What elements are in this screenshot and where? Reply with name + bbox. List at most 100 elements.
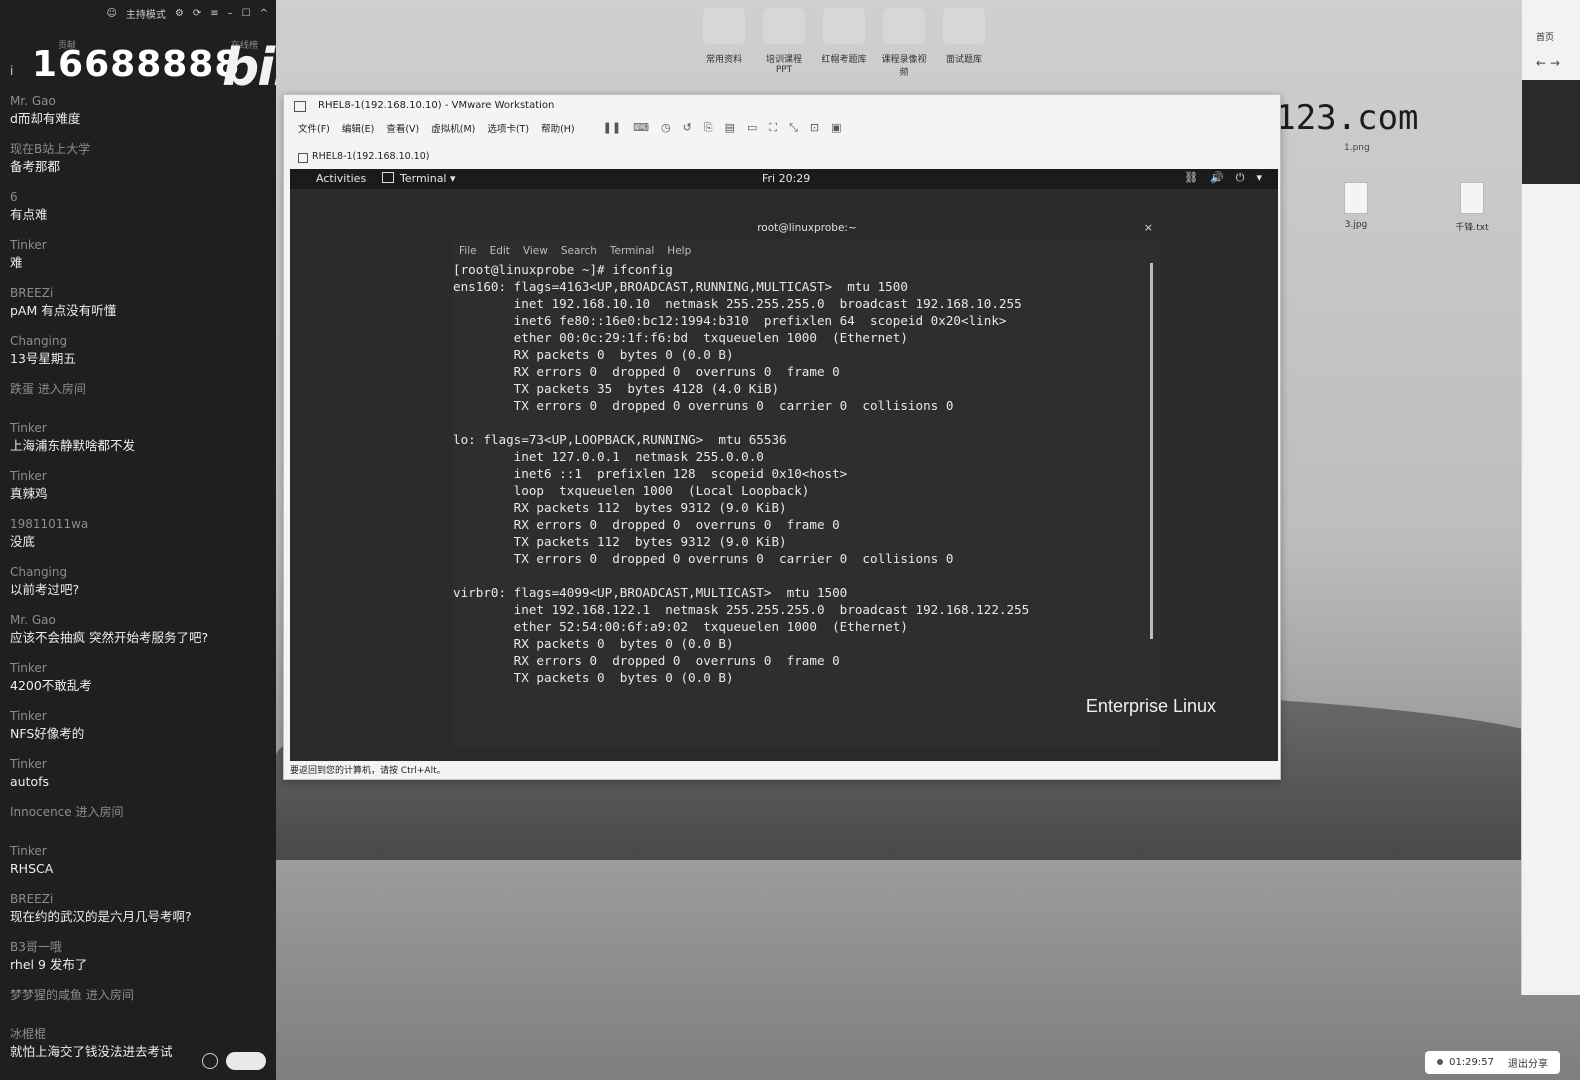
chat-username[interactable]: Changing — [10, 333, 270, 350]
guest-screen[interactable]: Activities Terminal ▾ Fri 20:29 ⛓ 🔊 ⏻ ▾ … — [290, 169, 1278, 761]
menu-item-tabs[interactable]: 选项卡(T) — [487, 121, 529, 135]
chat-username[interactable]: BREEZi — [10, 891, 270, 908]
desktop-shortcut[interactable]: 培训课程PPT — [760, 8, 808, 78]
desktop-shortcut[interactable]: 面试题库 — [940, 8, 988, 78]
desktop-file-label[interactable]: 1.png — [1344, 143, 1370, 153]
menu-item-vm[interactable]: 虚拟机(M) — [431, 121, 475, 135]
refresh-icon[interactable]: ⟳ — [193, 8, 201, 19]
terminal-window[interactable]: root@linuxprobe:~ × File Edit View Searc… — [453, 217, 1161, 747]
menu-item-help[interactable]: 帮助(H) — [541, 121, 575, 135]
chat-username[interactable]: Mr. Gao — [10, 93, 270, 110]
chat-username[interactable]: 跌蛋 进入房间 — [10, 381, 270, 398]
terminal-menu-help[interactable]: Help — [667, 243, 691, 259]
menu-item-file[interactable]: 文件(F) — [298, 121, 330, 135]
stretch-icon[interactable]: ⊡ — [810, 121, 819, 135]
terminal-menu-edit[interactable]: Edit — [490, 243, 510, 259]
menu-item-view[interactable]: 查看(V) — [386, 121, 419, 135]
chat-username[interactable]: Tinker — [10, 660, 270, 677]
maximize-icon[interactable]: ☐ — [242, 8, 251, 19]
chat-username[interactable]: BREEZi — [10, 285, 270, 302]
sidebar-icon[interactable]: ▤ — [725, 121, 735, 135]
vm-tab-label: RHEL8-1(192.168.10.10) — [312, 151, 430, 162]
menu-icon[interactable]: ≡ — [210, 8, 218, 19]
terminal-output[interactable]: [root@linuxprobe ~]# ifconfig ens160: fl… — [453, 259, 1161, 686]
send-toggle[interactable] — [226, 1052, 266, 1070]
revert-snapshot-icon[interactable]: ↺ — [683, 121, 692, 135]
vmware-window: RHEL8-1(192.168.10.10) - VMware Workstat… — [283, 94, 1281, 780]
chat-username[interactable]: 19811011wa — [10, 516, 270, 533]
pause-icon[interactable]: ❚❚ — [603, 121, 621, 135]
exit-share-button[interactable]: 退出分享 — [1508, 1055, 1548, 1070]
settings-icon[interactable]: ⚙ — [175, 8, 184, 19]
snapshot-icon[interactable]: ◷ — [661, 121, 671, 135]
system-tray[interactable]: ⛓ 🔊 ⏻ ▾ — [1184, 171, 1262, 185]
terminal-menu-file[interactable]: File — [459, 243, 477, 259]
view-options-icon[interactable]: ▣ — [831, 121, 841, 135]
chat-text: 有点难 — [10, 207, 48, 222]
console-view-icon[interactable]: ▭ — [747, 121, 757, 135]
chat-message: Tinker RHSCA — [10, 843, 270, 891]
chat-username[interactable]: Tinker — [10, 468, 270, 485]
chat-message-list: Mr. Gao d而却有难度 现在B站上大学 备考那都 6 有点难 Tinker 难 BREEZ… — [10, 93, 270, 1074]
chat-text: d而却有难度 — [10, 111, 81, 126]
terminal-icon — [382, 172, 394, 183]
chat-text: rhel 9 发布了 — [10, 957, 88, 972]
chat-username[interactable]: Changing — [10, 564, 270, 581]
folder-icon — [943, 8, 985, 44]
chat-username[interactable]: Tinker — [10, 756, 270, 773]
browser-nav-arrows[interactable]: ← → — [1536, 56, 1560, 70]
app-menu-terminal[interactable]: Terminal ▾ — [382, 172, 456, 185]
collapse-icon[interactable]: ^ — [260, 8, 268, 19]
desktop-shortcut[interactable]: 课程录像视频 — [880, 8, 928, 78]
chat-username[interactable]: Mr. Gao — [10, 612, 270, 629]
fullscreen-icon[interactable]: ⛶ — [769, 121, 777, 135]
chat-username[interactable]: 冰棍棍 — [10, 1026, 270, 1043]
chat-message: Mr. Gao 应该不会抽疯 突然开始考服务了吧? — [10, 612, 270, 660]
chat-username[interactable]: Tinker — [10, 420, 270, 437]
vmware-app-icon — [294, 101, 306, 112]
chat-username[interactable]: Tinker — [10, 708, 270, 725]
clock[interactable]: Fri 20:29 — [762, 172, 810, 185]
chat-username[interactable]: 6 — [10, 189, 270, 206]
unity-icon[interactable]: ⤡ — [789, 121, 798, 135]
chat-text: 13号星期五 — [10, 351, 76, 366]
chat-username[interactable]: 现在B站上大学 — [10, 141, 270, 158]
minimize-icon[interactable]: – — [228, 8, 233, 19]
host-mode-icon[interactable]: ☺ — [106, 8, 116, 19]
activities-button[interactable]: Activities — [316, 172, 366, 185]
chat-username[interactable]: Innocence 进入房间 — [10, 804, 270, 821]
gnome-top-bar: Activities Terminal ▾ Fri 20:29 ⛓ 🔊 ⏻ ▾ — [290, 169, 1278, 189]
chat-message: Tinker NFS好像考的 — [10, 708, 270, 756]
vmware-statusbar: 要返回到您的计算机，请按 Ctrl+Alt。 — [290, 766, 446, 776]
chat-input-bar — [202, 1052, 266, 1070]
chat-username[interactable]: Tinker — [10, 237, 270, 254]
chat-toolbar: ☺ 主持模式 ⚙ ⟳ ≡ – ☐ ^ — [106, 6, 268, 21]
terminal-menu-view[interactable]: View — [523, 243, 548, 259]
terminal-menu-terminal[interactable]: Terminal — [610, 243, 654, 259]
chat-username[interactable]: B3哥一哦 — [10, 939, 270, 956]
desktop-shortcut[interactable]: 红帽考题库 — [820, 8, 868, 78]
close-icon[interactable]: × — [1144, 217, 1153, 239]
terminal-scrollbar[interactable] — [1150, 263, 1153, 639]
chat-message: Tinker autofs — [10, 756, 270, 804]
snapshot-manager-icon[interactable]: ⎘ — [704, 121, 713, 135]
chat-text: 没底 — [10, 534, 36, 549]
emoji-icon[interactable] — [202, 1053, 218, 1069]
chevron-down-icon: ▾ — [1256, 171, 1262, 184]
chat-username[interactable]: Tinker — [10, 843, 270, 860]
chat-message: BREEZi 现在约的武汉的是六月几号考啊? — [10, 891, 270, 939]
browser-tab[interactable]: 首页 — [1536, 30, 1554, 43]
desktop-file[interactable]: 千锋.txt — [1442, 182, 1502, 233]
terminal-menu-search[interactable]: Search — [561, 243, 597, 259]
desktop-file[interactable]: 3.jpg — [1326, 182, 1386, 230]
host-mode-label[interactable]: 主持模式 — [126, 6, 166, 21]
vm-tab[interactable]: RHEL8-1(192.168.10.10) — [296, 147, 429, 167]
send-keys-icon[interactable]: ⌨ — [633, 121, 649, 135]
chat-text: 真辣鸡 — [10, 486, 48, 501]
chat-username[interactable]: 梦梦猩的咸鱼 进入房间 — [10, 987, 270, 1004]
menu-item-edit[interactable]: 编辑(E) — [342, 121, 374, 135]
chat-text: 备考那都 — [10, 159, 61, 174]
desktop-shortcut[interactable]: 常用资料 — [700, 8, 748, 78]
chat-message: Tinker 真辣鸡 — [10, 468, 270, 516]
terminal-title: root@linuxprobe:~ — [757, 222, 857, 234]
